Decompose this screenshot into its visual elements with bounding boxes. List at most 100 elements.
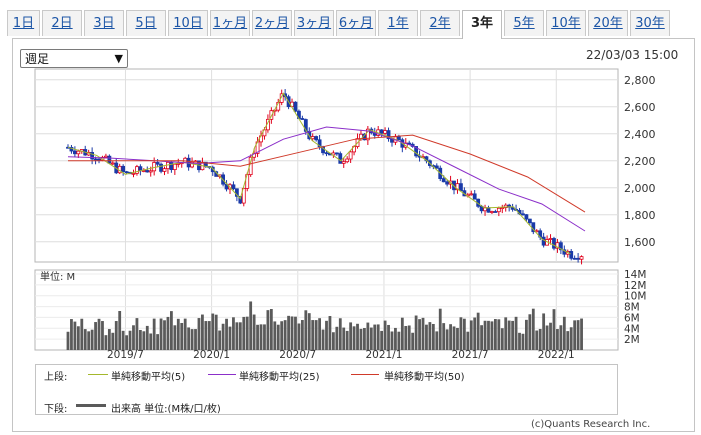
volume-bar <box>180 322 184 350</box>
volume-bar <box>238 322 242 350</box>
volume-bar <box>387 324 390 350</box>
volume-bar <box>462 318 466 350</box>
legend: 上段: 単純移動平均(5) 単純移動平均(25) 単純移動平均(50) 下段: … <box>35 364 618 415</box>
price-tick-label: 2,400 <box>624 128 656 141</box>
volume-bar <box>294 316 297 350</box>
volume-bar <box>493 319 497 350</box>
volume-bar <box>411 332 415 350</box>
candle-body <box>472 193 477 200</box>
volume-bar <box>280 321 284 350</box>
volume-bar <box>159 318 163 350</box>
candle-body <box>579 256 584 260</box>
candle-body <box>155 162 160 165</box>
candle-body <box>148 170 153 173</box>
legend-ma25: 単純移動平均(25) <box>239 372 320 383</box>
volume-bar <box>418 319 421 350</box>
x-tick-label: 2021/7 <box>452 349 489 361</box>
volume-bar <box>442 323 446 350</box>
volume-bar <box>538 328 542 350</box>
candle-body <box>334 152 339 155</box>
volume-bar <box>170 311 173 350</box>
volume-bar <box>97 318 101 350</box>
volume-bar <box>425 324 428 350</box>
price-tick-label: 1,600 <box>624 236 656 249</box>
volume-bar <box>390 331 394 350</box>
volume-bar <box>300 320 304 350</box>
volume-bar <box>311 320 315 350</box>
volume-bar <box>121 330 125 350</box>
volume-bar <box>214 314 218 350</box>
volume-bar <box>531 308 535 350</box>
price-tick-label: 2,000 <box>624 182 656 195</box>
candle-body <box>552 238 556 249</box>
volume-bar <box>528 314 532 350</box>
volume-bar <box>435 331 439 350</box>
volume-bar <box>438 308 442 350</box>
legend-ma50-swatch <box>351 374 379 375</box>
volume-bar <box>114 321 118 350</box>
volume-bar <box>576 320 580 350</box>
candle-body <box>97 158 101 161</box>
volume-bar <box>232 317 235 350</box>
legend-ma50: 単純移動平均(50) <box>384 372 465 383</box>
volume-bar <box>335 326 339 350</box>
volume-bar <box>328 316 332 350</box>
volume-bar <box>504 317 508 350</box>
candle-body <box>396 136 401 141</box>
candle-body <box>107 155 112 164</box>
candle-body <box>124 171 129 174</box>
volume-bar <box>70 319 73 350</box>
volume-bar <box>397 331 401 350</box>
volume-bar <box>366 322 370 350</box>
volume-bar <box>569 327 573 350</box>
volume-bar <box>483 320 487 350</box>
candle-body <box>569 251 574 259</box>
volume-bar <box>476 312 480 350</box>
volume-bar <box>518 332 521 350</box>
price-panel: 2,800 2,600 2,400 2,200 2,000 1,800 1,600 <box>34 68 656 265</box>
volume-bar <box>400 317 404 350</box>
volume-bar <box>511 320 515 350</box>
candle-body <box>314 136 319 141</box>
volume-bar <box>573 320 577 350</box>
volume-bar <box>345 330 349 350</box>
candle-body <box>93 158 98 161</box>
candle-body <box>169 161 174 171</box>
volume-bar <box>66 331 70 350</box>
volume-bar <box>194 329 197 350</box>
volume-bar <box>383 320 387 350</box>
tab-12[interactable]: 3年 <box>462 10 502 39</box>
volume-panel: 2019/7 2020/1 2020/7 2021/1 2021/7 2022/114M1… <box>34 269 646 361</box>
candle-body <box>459 183 463 192</box>
volume-bar <box>580 318 583 350</box>
volume-bar <box>256 324 259 350</box>
volume-bar <box>359 328 363 350</box>
volume-bar <box>562 316 566 350</box>
volume-bar <box>287 315 290 350</box>
volume-bar <box>94 322 97 350</box>
volume-bar <box>142 331 146 350</box>
price-tick-label: 2,800 <box>624 74 656 87</box>
volume-unit-label: 単位: M <box>40 270 75 283</box>
volume-bar <box>183 318 187 350</box>
volume-bar <box>521 333 525 350</box>
volume-bar <box>73 321 77 350</box>
volume-bar <box>342 327 346 350</box>
candle-body <box>341 161 346 164</box>
candle-body <box>131 172 136 175</box>
volume-bar <box>149 333 153 350</box>
candle-body <box>348 151 353 160</box>
price-tick-label: 2,200 <box>624 155 656 168</box>
x-tick-label: 2020/1 <box>193 349 230 361</box>
volume-bar <box>128 330 132 350</box>
volume-bar <box>90 329 94 350</box>
volume-bar <box>449 324 452 350</box>
volume-bar <box>307 313 311 350</box>
volume-bar <box>204 321 208 350</box>
candle-body <box>121 165 126 173</box>
volume-bar <box>445 329 449 350</box>
volume-bar <box>283 320 287 350</box>
volume-bar <box>373 324 377 350</box>
volume-bar <box>466 331 470 350</box>
candle-body <box>231 184 236 190</box>
